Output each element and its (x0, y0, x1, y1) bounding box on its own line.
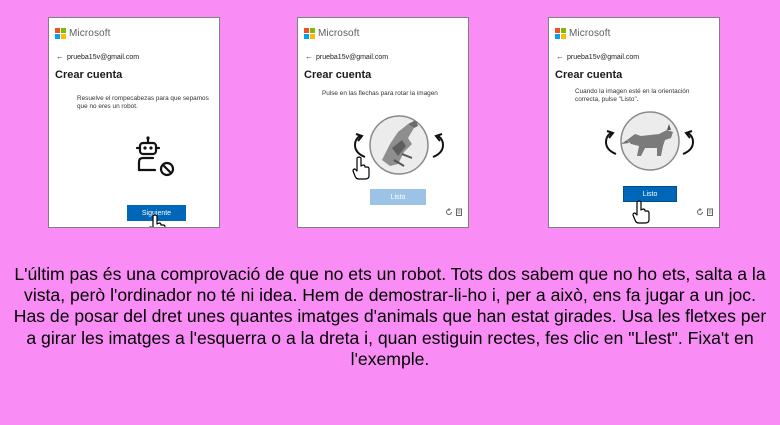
instruction-text: Cuando la imagen esté en la orientación … (575, 88, 690, 104)
audio-icon[interactable] (707, 203, 713, 221)
microsoft-logo-icon (55, 28, 66, 39)
email-row[interactable]: ← prueba15v@gmail.com (305, 53, 388, 61)
microsoft-logo: Microsoft (55, 28, 110, 39)
screenshot-panel-3: Microsoft ← prueba15v@gmail.com Crear cu… (548, 17, 720, 228)
instruction-text: Resuelve el rompecabezas para que sepamo… (77, 95, 209, 111)
logo-text: Microsoft (318, 28, 360, 39)
microsoft-logo: Microsoft (555, 28, 610, 39)
done-button[interactable]: Listo (370, 189, 426, 205)
footer-controls (445, 203, 462, 221)
hand-cursor-icon (149, 214, 166, 227)
back-arrow-icon[interactable]: ← (556, 53, 564, 61)
captcha-image (369, 115, 429, 175)
no-entry-icon (159, 161, 175, 177)
logo-text: Microsoft (569, 28, 611, 39)
email-row[interactable]: ← prueba15v@gmail.com (556, 53, 639, 61)
email-row[interactable]: ← prueba15v@gmail.com (56, 53, 139, 61)
captcha-image (620, 111, 680, 171)
rotate-left-icon[interactable] (602, 130, 620, 156)
audio-icon[interactable] (456, 203, 462, 221)
email-text: prueba15v@gmail.com (567, 53, 640, 61)
microsoft-logo-icon (555, 28, 566, 39)
page-title: Crear cuenta (304, 69, 372, 81)
caption-text: L'últim pas és una comprovació de que no… (13, 264, 767, 369)
screenshot-panel-2: Microsoft ← prueba15v@gmail.com Crear cu… (297, 17, 469, 228)
logo-text: Microsoft (69, 28, 111, 39)
page-title: Crear cuenta (55, 69, 123, 81)
microsoft-logo: Microsoft (304, 28, 359, 39)
page-title: Crear cuenta (555, 69, 623, 81)
refresh-icon[interactable] (696, 203, 704, 221)
microsoft-logo-icon (304, 28, 315, 39)
instruction-text: Pulse en las flechas para rotar la image… (322, 90, 438, 97)
rotate-right-icon[interactable] (429, 133, 447, 159)
email-text: prueba15v@gmail.com (67, 53, 140, 61)
back-arrow-icon[interactable]: ← (56, 53, 64, 61)
footer-controls (696, 203, 713, 221)
back-arrow-icon[interactable]: ← (305, 53, 313, 61)
hand-cursor-icon (352, 156, 370, 180)
hand-cursor-icon (632, 200, 650, 224)
email-text: prueba15v@gmail.com (316, 53, 389, 61)
rotate-right-icon[interactable] (679, 130, 697, 156)
screenshot-panel-1: Microsoft ← prueba15v@gmail.com Crear cu… (48, 17, 220, 228)
refresh-icon[interactable] (445, 203, 453, 221)
